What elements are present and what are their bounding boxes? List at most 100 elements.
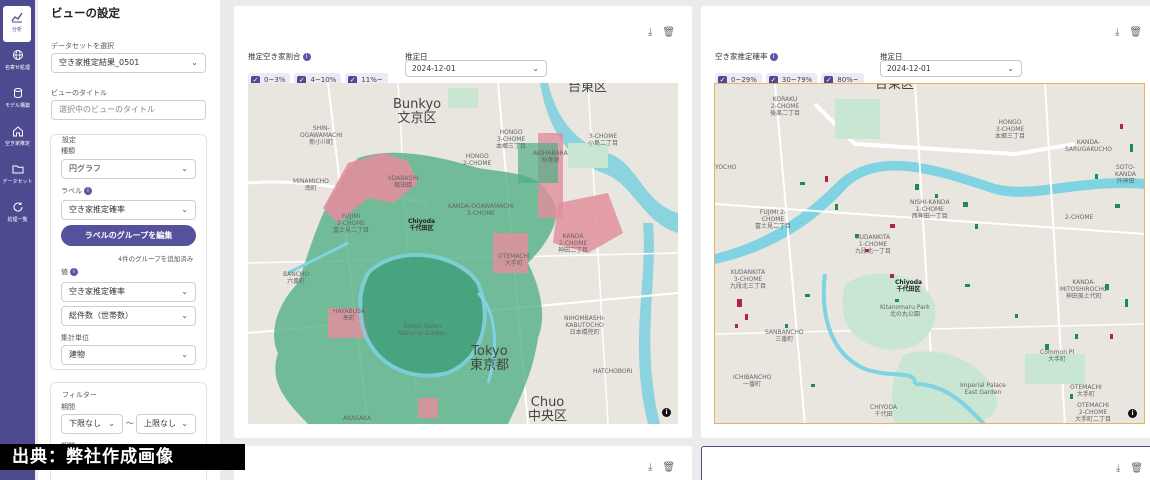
- map-label: HONGO 3-CHOME 本郷三丁目: [995, 119, 1026, 140]
- label-label: ラベル i: [61, 186, 92, 196]
- download-icon[interactable]: ⤓: [1116, 463, 1120, 474]
- edit-label-group-button[interactable]: ラベルのグループを編集: [61, 225, 196, 246]
- delete-icon[interactable]: 🗑: [662, 27, 675, 38]
- label-select[interactable]: 空き家推定確率 ⌄: [61, 200, 196, 220]
- map-label: KANDA- MITOSHIROCHO 神田美土代町: [1060, 279, 1108, 300]
- label-select-value: 空き家推定確率: [69, 205, 125, 214]
- delete-icon[interactable]: 🗑: [1129, 27, 1142, 38]
- filter-heading: フィルター: [62, 391, 97, 399]
- date-select[interactable]: 2024-12-01 ⌄: [880, 60, 1022, 77]
- aggregation-unit-select[interactable]: 建物 ⌄: [61, 345, 196, 365]
- map-label: OTEMACHI 大手町: [498, 253, 530, 267]
- map-label: 2-CHOME: [1065, 214, 1094, 221]
- app-root: 分析 名寄せ処理 モデル構築 空き家推定 データセット 処理一覧 ビューの設定 …: [0, 0, 1150, 480]
- view-title-placeholder: 選択中のビューのタイトル: [59, 105, 155, 114]
- value-select-2[interactable]: 総件数（世帯数） ⌄: [61, 306, 196, 326]
- filter-label-text: 推定空き家割合: [248, 52, 301, 61]
- map-label: KANDA- SARUGAKUCHO: [1065, 139, 1112, 153]
- map-label: Kitanomaru Park 北の丸公園: [880, 304, 930, 318]
- filter-label-text: 空き家推定確率: [715, 52, 768, 61]
- info-icon[interactable]: i: [769, 53, 778, 61]
- map-label: Common Pl 大手町: [1040, 349, 1075, 363]
- period-label: 期間: [61, 403, 75, 411]
- download-icon[interactable]: ⤓: [648, 27, 652, 38]
- period-from-select[interactable]: 下限なし ⌄: [61, 414, 123, 434]
- map-label: FUJIMI 2- CHOME 富士見二丁目: [755, 209, 792, 230]
- aggregation-unit-label: 集計単位: [61, 334, 89, 342]
- chevron-down-icon: ⌄: [181, 419, 188, 428]
- rail-item-model-building[interactable]: モデル構築: [0, 82, 35, 118]
- map-label: KORAKU 2-CHOME 後楽二丁目: [770, 96, 801, 117]
- download-icon[interactable]: ⤓: [1115, 27, 1119, 38]
- map-label: 台東区: [568, 83, 608, 95]
- filter-label: 推定空き家割合 i: [248, 51, 392, 62]
- map-label: SOTO- KANDA 外神田: [1115, 164, 1137, 185]
- map-label: AKIHABARA 秋葉原: [533, 150, 568, 164]
- map-label: Kokyo Gaien National Garden: [398, 323, 447, 337]
- download-icon[interactable]: ⤓: [648, 462, 652, 473]
- rail-item-process-list[interactable]: 処理一覧: [0, 196, 35, 232]
- map-label: KANDA-OGAWAMACHI 3-CHOME: [448, 203, 514, 217]
- info-icon[interactable]: i: [70, 268, 78, 276]
- rail-item-dataset[interactable]: データセット: [0, 158, 35, 194]
- type-select[interactable]: 円グラフ ⌄: [61, 159, 196, 179]
- view-settings-panel: ビューの設定 データセットを選択 空き家推定結果_0501 ⌄ ビューのタイトル…: [38, 0, 220, 480]
- map-label: SHIN- OGAWAMACHI 新小川町: [300, 125, 343, 146]
- map-label: HONGO 3-CHOME 本郷三丁目: [496, 129, 527, 150]
- info-icon[interactable]: i: [84, 187, 92, 195]
- card-actions: ⤓ 🗑: [1106, 463, 1143, 474]
- rail-item-name-matching[interactable]: 名寄せ処理: [0, 44, 35, 80]
- map-label: Imperial Palace East Garden: [960, 382, 1006, 396]
- chevron-down-icon: ⌄: [532, 64, 539, 73]
- map-label: AKASAKA: [343, 415, 371, 422]
- rail-item-vacancy-estimate[interactable]: 空き家推定: [0, 120, 35, 156]
- date-select-value: 2024-12-01: [887, 64, 931, 73]
- rail-item-label: データセット: [2, 179, 33, 185]
- home-icon: [0, 125, 35, 140]
- delete-icon[interactable]: 🗑: [662, 462, 675, 473]
- map-canvas-2: [715, 84, 1144, 423]
- date-select[interactable]: 2024-12-01 ⌄: [405, 60, 547, 77]
- map-label: NIHOMBASHI- KABUTOCHO 日本橋兜町: [564, 315, 606, 336]
- map-view-2[interactable]: 台東区 KORAKU 2-CHOME 後楽二丁目 HONGO 3-CHOME 本郷三丁目…: [714, 83, 1145, 424]
- chart-icon: [3, 11, 31, 26]
- delete-icon[interactable]: 🗑: [1130, 463, 1143, 474]
- rail-item-label: 空き家推定: [4, 141, 30, 147]
- chevron-down-icon: ⌄: [181, 311, 188, 320]
- card-actions: ⤓ 🗑: [638, 462, 675, 473]
- chevron-down-icon: ⌄: [108, 419, 115, 428]
- map-label: ICHIBANCHO 一番町: [733, 374, 772, 388]
- map-label: OTEMACHI 大手町: [1070, 384, 1102, 398]
- value-label-text: 値: [61, 268, 68, 276]
- view-title-label: ビューのタイトル: [51, 89, 107, 97]
- map-label: OTEMACHI 2-CHOME 大手町二丁目: [1075, 402, 1112, 423]
- attribution-icon[interactable]: i: [662, 408, 671, 417]
- attribution-icon[interactable]: i: [1128, 409, 1137, 418]
- value-select-1[interactable]: 空き家推定確率 ⌄: [61, 282, 196, 302]
- info-icon[interactable]: i: [302, 53, 311, 61]
- filter-label: 空き家推定確率 i: [715, 51, 868, 62]
- dataset-select[interactable]: 空き家推定結果_0501 ⌄: [51, 53, 206, 73]
- rail-item-label: モデル構築: [4, 103, 30, 109]
- dataset-label: データセットを選択: [51, 42, 114, 50]
- folder-icon: [0, 163, 35, 178]
- chevron-down-icon: ⌄: [191, 58, 198, 67]
- value-label: 値i: [61, 267, 78, 277]
- dataset-select-value: 空き家推定結果_0501: [59, 58, 140, 67]
- left-nav-rail: 分析 名寄せ処理 モデル構築 空き家推定 データセット 処理一覧: [0, 0, 35, 480]
- map-label: MINAMICHO 南町: [293, 178, 329, 192]
- source-credit: 出典：弊社作成画像: [0, 444, 245, 470]
- map-label: NISHI-KANDA 1-CHOME 西神田一丁目: [910, 199, 950, 220]
- chevron-down-icon: ⌄: [181, 205, 188, 214]
- label-label-text: ラベル: [61, 187, 82, 195]
- card-actions: ⤓ 🗑: [638, 27, 675, 38]
- view-card-2: ⤓ 🗑 空き家推定確率 i ✓ 0~29% ✓ 30~79% ✓ 80%~ 推定日 2024-…: [701, 6, 1150, 438]
- view-title-input[interactable]: 選択中のビューのタイトル: [51, 100, 206, 120]
- vacancy-probability-filter: 空き家推定確率 i ✓ 0~29% ✓ 30~79% ✓ 80%~: [715, 51, 868, 87]
- period-to-select[interactable]: 上限なし ⌄: [136, 414, 196, 434]
- map-view-1[interactable]: Bunkyo 文京区 台東区 Tokyo 東京都 Chuo 中央区 HONGO 3-CH…: [248, 83, 678, 424]
- map-label: CHIYODA 千代田: [870, 404, 898, 418]
- value-select-2-value: 総件数（世帯数）: [69, 311, 133, 320]
- map-label: BANCHO 六番町: [283, 271, 310, 285]
- rail-item-analysis[interactable]: 分析: [3, 6, 31, 42]
